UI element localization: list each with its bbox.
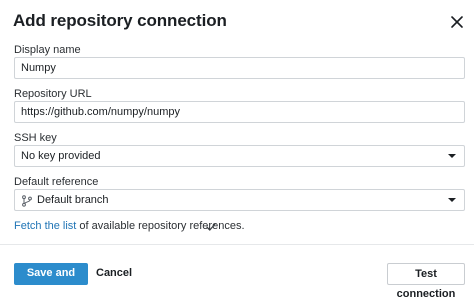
- default-reference-label: Default reference: [14, 176, 99, 188]
- test-connection-button[interactable]: Test connection: [387, 263, 465, 300]
- git-branch-icon: [21, 194, 33, 207]
- repository-url-input[interactable]: https://github.com/numpy/numpy: [14, 101, 465, 123]
- ssh-key-label: SSH key: [14, 132, 57, 144]
- cancel-button[interactable]: Cancel: [96, 263, 132, 285]
- ssh-key-selected: No key provided: [21, 150, 101, 162]
- check-icon: [205, 220, 217, 232]
- caret-down-icon: [448, 154, 456, 158]
- default-reference-select[interactable]: Default branch: [14, 189, 465, 211]
- add-repository-dialog: Add repository connection Display name N…: [0, 0, 474, 302]
- display-name-value: Numpy: [21, 62, 56, 74]
- save-and-close-button[interactable]: Save and close: [14, 263, 88, 299]
- repository-url-value: https://github.com/numpy/numpy: [21, 106, 180, 118]
- caret-down-icon: [448, 198, 456, 202]
- display-name-label: Display name: [14, 44, 81, 56]
- dialog-title: Add repository connection: [13, 11, 227, 30]
- close-icon[interactable]: [447, 12, 467, 32]
- fetch-list-link[interactable]: Fetch the list: [14, 220, 76, 232]
- repository-url-label: Repository URL: [14, 88, 92, 100]
- fetch-description: of available repository references.: [76, 220, 245, 232]
- footer-divider: [0, 244, 474, 245]
- ssh-key-select[interactable]: No key provided: [14, 145, 465, 167]
- default-reference-selected: Default branch: [37, 194, 109, 206]
- display-name-input[interactable]: Numpy: [14, 57, 465, 79]
